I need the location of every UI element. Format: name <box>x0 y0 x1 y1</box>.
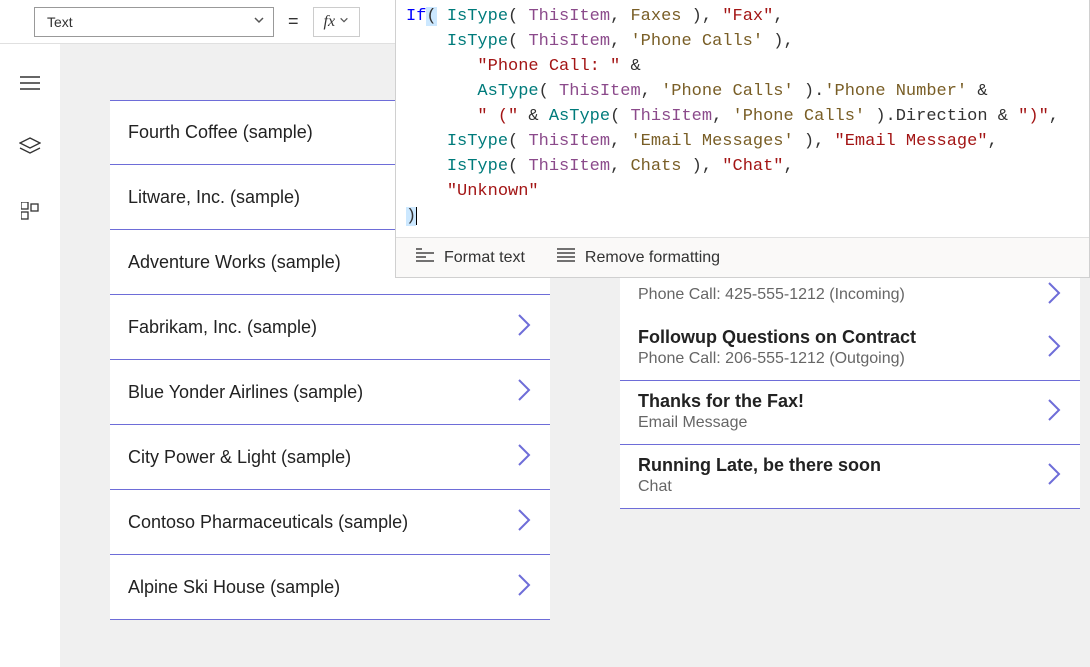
activity-title: Followup Questions on Contract <box>638 327 916 348</box>
activity-list-item[interactable]: Thanks for the Fax! Email Message <box>620 381 1080 445</box>
activity-list-item[interactable]: Phone Call: 425-555-1212 (Incoming) <box>620 277 1080 317</box>
remove-formatting-label: Remove formatting <box>585 249 720 267</box>
fx-label: fx <box>324 13 336 31</box>
equals-label: = <box>288 11 299 32</box>
dropdown-value: Text <box>47 14 73 30</box>
chevron-right-icon <box>1046 461 1062 490</box>
account-name: Alpine Ski House (sample) <box>128 577 340 598</box>
chevron-right-icon <box>516 312 532 343</box>
formula-editor[interactable]: If( IsType( ThisItem, Faxes ), "Fax", Is… <box>396 0 1089 237</box>
remove-formatting-icon <box>557 248 575 267</box>
activity-subtitle: Phone Call: 206-555-1212 (Outgoing) <box>638 350 916 368</box>
format-text-label: Format text <box>444 249 525 267</box>
chevron-right-icon <box>516 377 532 408</box>
account-name: City Power & Light (sample) <box>128 447 351 468</box>
account-list-item[interactable]: Alpine Ski House (sample) <box>110 555 550 620</box>
formula-toolbar: Format text Remove formatting <box>396 237 1089 277</box>
activities-gallery[interactable]: Phone Call: 425-555-1212 (Incoming) Follo… <box>620 277 1080 509</box>
activity-subtitle: Email Message <box>638 414 804 432</box>
account-name: Fourth Coffee (sample) <box>128 122 313 143</box>
account-list-item[interactable]: City Power & Light (sample) <box>110 425 550 490</box>
chevron-right-icon <box>1046 280 1062 309</box>
account-name: Blue Yonder Airlines (sample) <box>128 382 363 403</box>
chevron-right-icon <box>1046 397 1062 426</box>
chevron-down-icon <box>253 14 265 29</box>
activity-subtitle: Chat <box>638 478 881 496</box>
property-dropdown[interactable]: Text <box>34 7 274 37</box>
chevron-right-icon <box>516 572 532 603</box>
activity-title: Thanks for the Fax! <box>638 391 804 412</box>
apps-icon[interactable] <box>21 202 39 223</box>
remove-formatting-button[interactable]: Remove formatting <box>557 248 720 267</box>
activity-subtitle: Phone Call: 425-555-1212 (Incoming) <box>638 286 905 304</box>
account-list-item[interactable]: Blue Yonder Airlines (sample) <box>110 360 550 425</box>
account-list-item[interactable]: Contoso Pharmaceuticals (sample) <box>110 490 550 555</box>
formula-bar-expanded: If( IsType( ThisItem, Faxes ), "Fax", Is… <box>395 0 1090 278</box>
account-name: Litware, Inc. (sample) <box>128 187 300 208</box>
account-name: Fabrikam, Inc. (sample) <box>128 317 317 338</box>
chevron-right-icon <box>1046 333 1062 362</box>
format-text-button[interactable]: Format text <box>416 248 525 267</box>
left-sidebar <box>0 44 60 667</box>
activity-list-item[interactable]: Followup Questions on Contract Phone Call… <box>620 317 1080 381</box>
menu-icon[interactable] <box>20 76 40 93</box>
account-name: Adventure Works (sample) <box>128 252 341 273</box>
fx-button[interactable]: fx <box>313 7 361 37</box>
activity-list-item[interactable]: Running Late, be there soon Chat <box>620 445 1080 509</box>
layers-icon[interactable] <box>19 137 41 158</box>
chevron-down-icon <box>339 15 349 28</box>
activity-title: Running Late, be there soon <box>638 455 881 476</box>
account-list-item[interactable]: Fabrikam, Inc. (sample) <box>110 295 550 360</box>
chevron-right-icon <box>516 442 532 473</box>
chevron-right-icon <box>516 507 532 538</box>
format-text-icon <box>416 248 434 267</box>
account-name: Contoso Pharmaceuticals (sample) <box>128 512 408 533</box>
